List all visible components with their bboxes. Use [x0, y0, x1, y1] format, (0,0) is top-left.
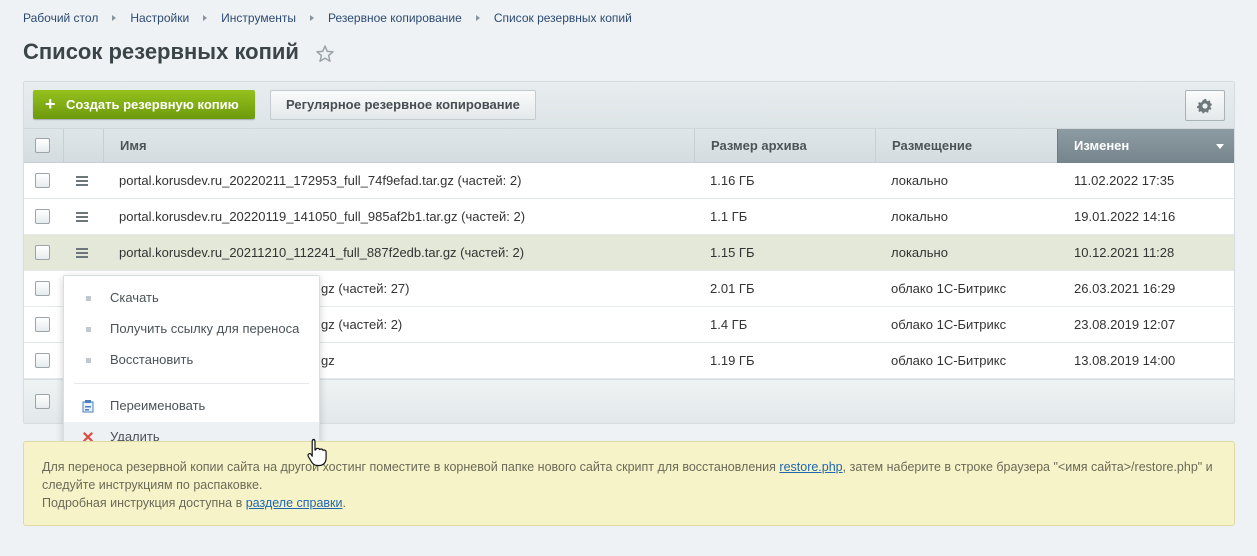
row-location: локально: [891, 209, 948, 224]
row-size: 2.01 ГБ: [710, 281, 755, 296]
row-checkbox[interactable]: [35, 173, 50, 188]
create-backup-button[interactable]: + Создать резервную копию: [33, 90, 255, 119]
header-modified[interactable]: Изменен: [1057, 129, 1234, 163]
chevron-right-icon: [112, 15, 117, 21]
menu-item-restore[interactable]: Восстановить: [64, 345, 319, 375]
rename-icon: [82, 400, 94, 413]
gear-icon: [1197, 98, 1212, 113]
row-size: 1.1 ГБ: [710, 209, 748, 224]
row-menu-icon[interactable]: [76, 212, 88, 222]
row-checkbox[interactable]: [35, 353, 50, 368]
header-modified-label: Изменен: [1074, 138, 1130, 153]
sort-desc-icon: [1216, 144, 1224, 149]
menu-item-rename[interactable]: Переименовать: [64, 391, 319, 421]
row-modified: 26.03.2021 16:29: [1074, 281, 1176, 296]
bullet-icon: [86, 358, 91, 363]
table-row[interactable]: portal.korusdev.ru_20211210_112241_full_…: [24, 235, 1234, 271]
row-name: portal.korusdev.ru_20220119_141050_full_…: [119, 209, 526, 224]
grid-settings-button[interactable]: [1185, 90, 1225, 121]
row-name: gz (частей: 27): [321, 281, 410, 296]
plus-icon: +: [45, 94, 56, 114]
select-all-checkbox[interactable]: [35, 138, 50, 153]
row-name: portal.korusdev.ru_20220211_172953_full_…: [119, 173, 522, 188]
info-text-1a: Для переноса резервной копии сайта на др…: [42, 460, 780, 474]
page-title: Список резервных копий: [23, 39, 299, 64]
chevron-right-icon: [475, 15, 480, 21]
row-name: gz: [321, 353, 335, 368]
row-location: облако 1С-Битрикс: [891, 353, 1007, 368]
row-name: portal.korusdev.ru_20211210_112241_full_…: [119, 245, 525, 260]
header-name[interactable]: Имя: [103, 129, 694, 163]
chevron-right-icon: [310, 15, 314, 21]
bullet-icon: [86, 327, 91, 332]
row-context-menu: Скачать Получить ссылку для переноса Вос…: [63, 275, 320, 460]
row-modified: 10.12.2021 11:28: [1074, 245, 1175, 260]
row-size: 1.19 ГБ: [710, 353, 755, 368]
menu-item-download[interactable]: Скачать: [64, 283, 319, 313]
row-checkbox[interactable]: [35, 317, 50, 332]
row-modified: 23.08.2019 12:07: [1074, 317, 1176, 332]
header-actions-cell: [63, 129, 103, 163]
table-row[interactable]: portal.korusdev.ru_20220211_172953_full_…: [24, 163, 1234, 199]
row-checkbox[interactable]: [35, 209, 50, 224]
row-modified: 11.02.2022 17:35: [1074, 173, 1175, 188]
row-location: локально: [891, 245, 948, 260]
menu-item-restore-label: Восстановить: [110, 352, 194, 367]
help-section-link[interactable]: разделе справки: [246, 496, 343, 510]
breadcrumb-desktop[interactable]: Рабочий стол: [23, 11, 98, 25]
create-backup-label: Создать резервную копию: [66, 97, 239, 112]
header-location[interactable]: Размещение: [875, 129, 1057, 163]
menu-item-get-link-label: Получить ссылку для переноса: [110, 321, 300, 336]
bullet-icon: [86, 296, 91, 301]
chevron-right-icon: [203, 15, 208, 21]
info-paragraph: Для переноса резервной копии сайта на др…: [42, 458, 1216, 512]
breadcrumb: Рабочий стол Настройки Инструменты Резер…: [23, 11, 632, 25]
breadcrumb-settings[interactable]: Настройки: [130, 11, 189, 25]
row-size: 1.4 ГБ: [710, 317, 748, 332]
row-location: локально: [891, 173, 948, 188]
row-checkbox[interactable]: [35, 281, 50, 296]
menu-item-rename-label: Переименовать: [110, 398, 206, 413]
row-checkbox[interactable]: [35, 245, 50, 260]
row-name: gz (частей: 2): [321, 317, 403, 332]
regular-backup-button[interactable]: Регулярное резервное копирование: [270, 90, 536, 120]
row-size: 1.16 ГБ: [710, 173, 755, 188]
table-row[interactable]: portal.korusdev.ru_20220119_141050_full_…: [24, 199, 1234, 235]
menu-divider: [74, 383, 309, 384]
footer-select-checkbox[interactable]: [35, 394, 50, 409]
row-size: 1.15 ГБ: [710, 245, 755, 260]
info-note: Для переноса резервной копии сайта на др…: [23, 441, 1235, 526]
row-menu-icon[interactable]: [76, 248, 88, 258]
info-text-2b: .: [342, 496, 346, 510]
menu-item-download-label: Скачать: [110, 290, 159, 305]
restore-php-link[interactable]: restore.php: [779, 460, 842, 474]
table-header: Имя Размер архива Размещение Изменен: [24, 129, 1234, 163]
star-icon[interactable]: [315, 44, 335, 64]
row-modified: 19.01.2022 14:16: [1074, 209, 1176, 224]
row-menu-icon[interactable]: [76, 176, 88, 186]
header-size[interactable]: Размер архива: [694, 129, 875, 163]
breadcrumb-backup[interactable]: Резервное копирование: [328, 11, 462, 25]
menu-item-get-link[interactable]: Получить ссылку для переноса: [64, 314, 319, 344]
row-location: облако 1С-Битрикс: [891, 317, 1007, 332]
hand-cursor-icon: [307, 438, 327, 467]
breadcrumb-tools[interactable]: Инструменты: [221, 11, 296, 25]
toolbar: + Создать резервную копию Регулярное рез…: [24, 82, 1234, 129]
breadcrumb-backup-list[interactable]: Список резервных копий: [494, 11, 632, 25]
info-text-2a: Подробная инструкция доступна в: [42, 496, 246, 510]
row-location: облако 1С-Битрикс: [891, 281, 1007, 296]
row-modified: 13.08.2019 14:00: [1074, 353, 1176, 368]
